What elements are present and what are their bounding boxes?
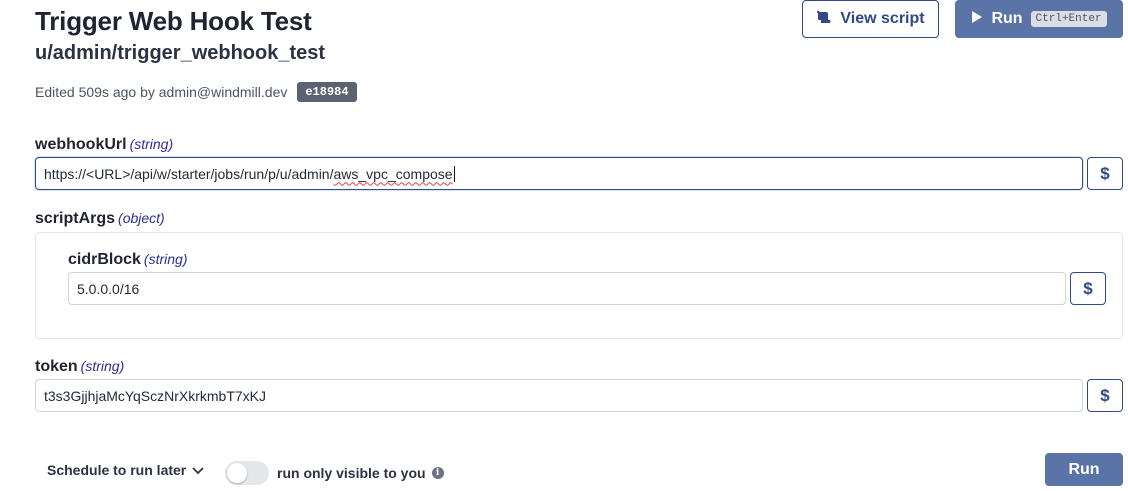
chevron-down-icon	[192, 462, 204, 478]
run-button[interactable]: Run Ctrl+Enter	[955, 0, 1123, 38]
token-input[interactable]: t3s3GjjhjaMcYqSczNrXkrkmbT7xKJ	[35, 379, 1083, 412]
visibility-toggle[interactable]	[225, 461, 269, 485]
dollar-icon: $	[1100, 163, 1110, 183]
webhookurl-value-prefix: https://<URL>/api/w/starter/jobs/run/p/u…	[44, 165, 334, 182]
webhookurl-name: webhookUrl	[35, 136, 127, 153]
visibility-label: run only visible to you i	[277, 465, 444, 481]
webhookurl-dollar-button[interactable]: $	[1087, 157, 1123, 190]
schedule-label: Schedule to run later	[47, 462, 187, 478]
info-icon[interactable]: i	[431, 467, 444, 479]
edited-text: Edited 509s ago by admin@windmill.dev	[35, 84, 288, 100]
token-name: token	[35, 358, 78, 375]
hash-badge: e18984	[297, 82, 357, 102]
run-shortcut: Ctrl+Enter	[1030, 11, 1107, 27]
edited-info: Edited 509s ago by admin@windmill.dev e1…	[35, 82, 357, 102]
cidrblock-input[interactable]: 5.0.0.0/16	[68, 272, 1066, 305]
dollar-icon: $	[1100, 385, 1110, 405]
run-bottom-label: Run	[1068, 460, 1100, 478]
play-icon	[971, 10, 983, 29]
cidrblock-name: cidrBlock	[68, 251, 141, 268]
token-label: token (string)	[35, 358, 124, 376]
view-script-button[interactable]: View script	[802, 0, 939, 38]
visibility-text: run only visible to you	[277, 465, 426, 481]
dollar-icon: $	[1083, 278, 1093, 298]
cidrblock-label: cidrBlock (string)	[68, 251, 187, 269]
script-path: u/admin/trigger_webhook_test	[35, 42, 326, 64]
script-icon	[816, 10, 832, 29]
cidrblock-dollar-button[interactable]: $	[1070, 272, 1106, 305]
cidrblock-value: 5.0.0.0/16	[77, 280, 140, 297]
run-label: Run	[991, 10, 1023, 27]
scriptargs-label: scriptArgs (object)	[35, 210, 165, 228]
view-script-label: View script	[840, 10, 925, 27]
schedule-dropdown[interactable]: Schedule to run later	[47, 462, 204, 478]
cidrblock-type: (string)	[143, 251, 188, 267]
token-dollar-button[interactable]: $	[1087, 379, 1123, 412]
webhookurl-type: (string)	[129, 136, 174, 152]
webhookurl-input[interactable]: https://<URL>/api/w/starter/jobs/run/p/u…	[35, 157, 1083, 190]
token-type: (string)	[80, 358, 125, 374]
text-caret	[453, 165, 455, 182]
toggle-knob	[227, 463, 247, 483]
scriptargs-type: (object)	[118, 210, 165, 226]
webhookurl-value-misspelled: aws_vpc_compose	[333, 165, 453, 182]
token-value: t3s3GjjhjaMcYqSczNrXkrkmbT7xKJ	[44, 387, 266, 404]
page-title: Trigger Web Hook Test	[35, 6, 312, 36]
run-bottom-button[interactable]: Run	[1045, 453, 1123, 486]
scriptargs-name: scriptArgs	[35, 210, 116, 227]
webhookurl-label: webhookUrl (string)	[35, 136, 173, 154]
